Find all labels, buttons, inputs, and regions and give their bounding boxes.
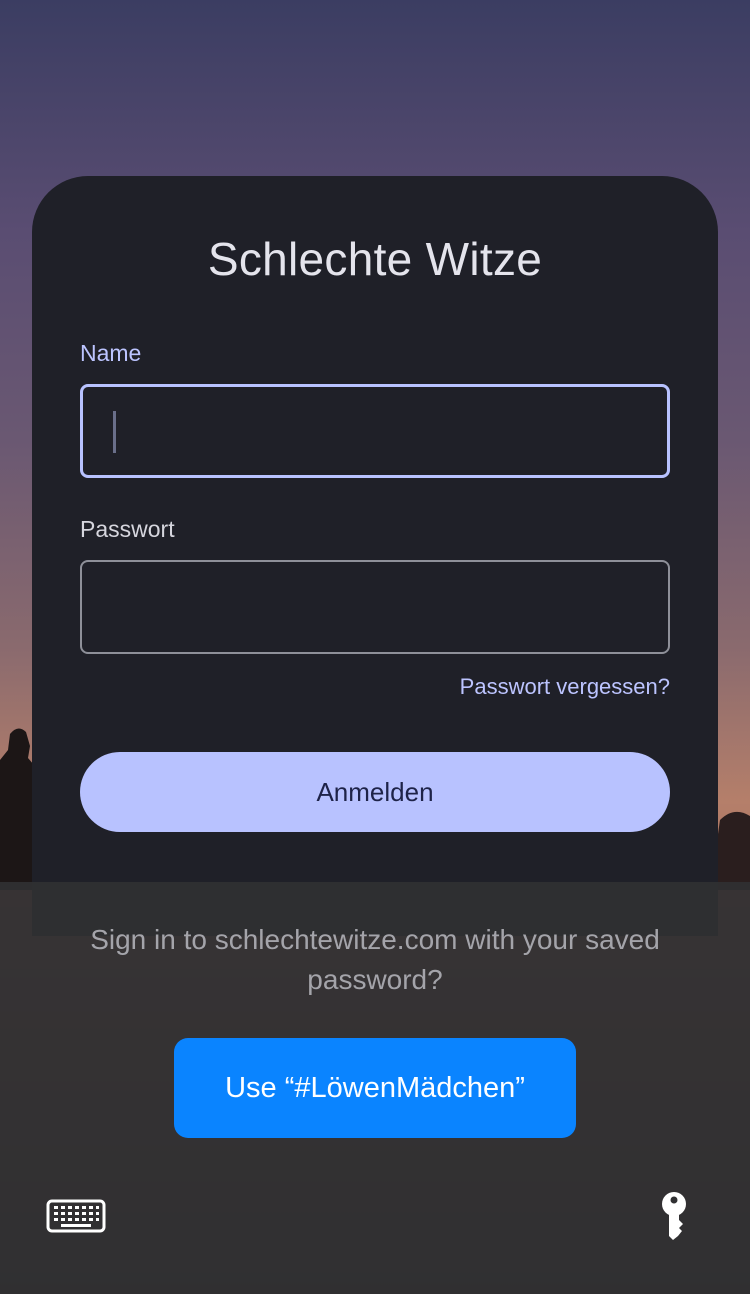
password-input[interactable] [80,560,670,654]
use-saved-password-button[interactable]: Use “#LöwenMädchen” [174,1038,576,1138]
forgot-password-link[interactable]: Passwort vergessen? [460,674,670,700]
saved-password-sheet: Sign in to schlechtewitze.com with your … [0,882,750,1294]
password-label: Passwort [80,516,175,542]
name-input[interactable] [80,384,670,478]
saved-password-prompt: Sign in to schlechtewitze.com with your … [90,924,660,995]
name-label: Name [80,340,142,366]
key-icon[interactable] [654,1190,694,1242]
login-card: Schlechte Witze Name Passwort Passwort v… [32,176,718,936]
login-screen: Schlechte Witze Name Passwort Passwort v… [0,0,750,1294]
page-title: Schlechte Witze [207,233,543,285]
login-button[interactable]: Anmelden [80,752,670,832]
keyboard-icon[interactable] [46,1196,106,1236]
text-caret [113,411,116,453]
